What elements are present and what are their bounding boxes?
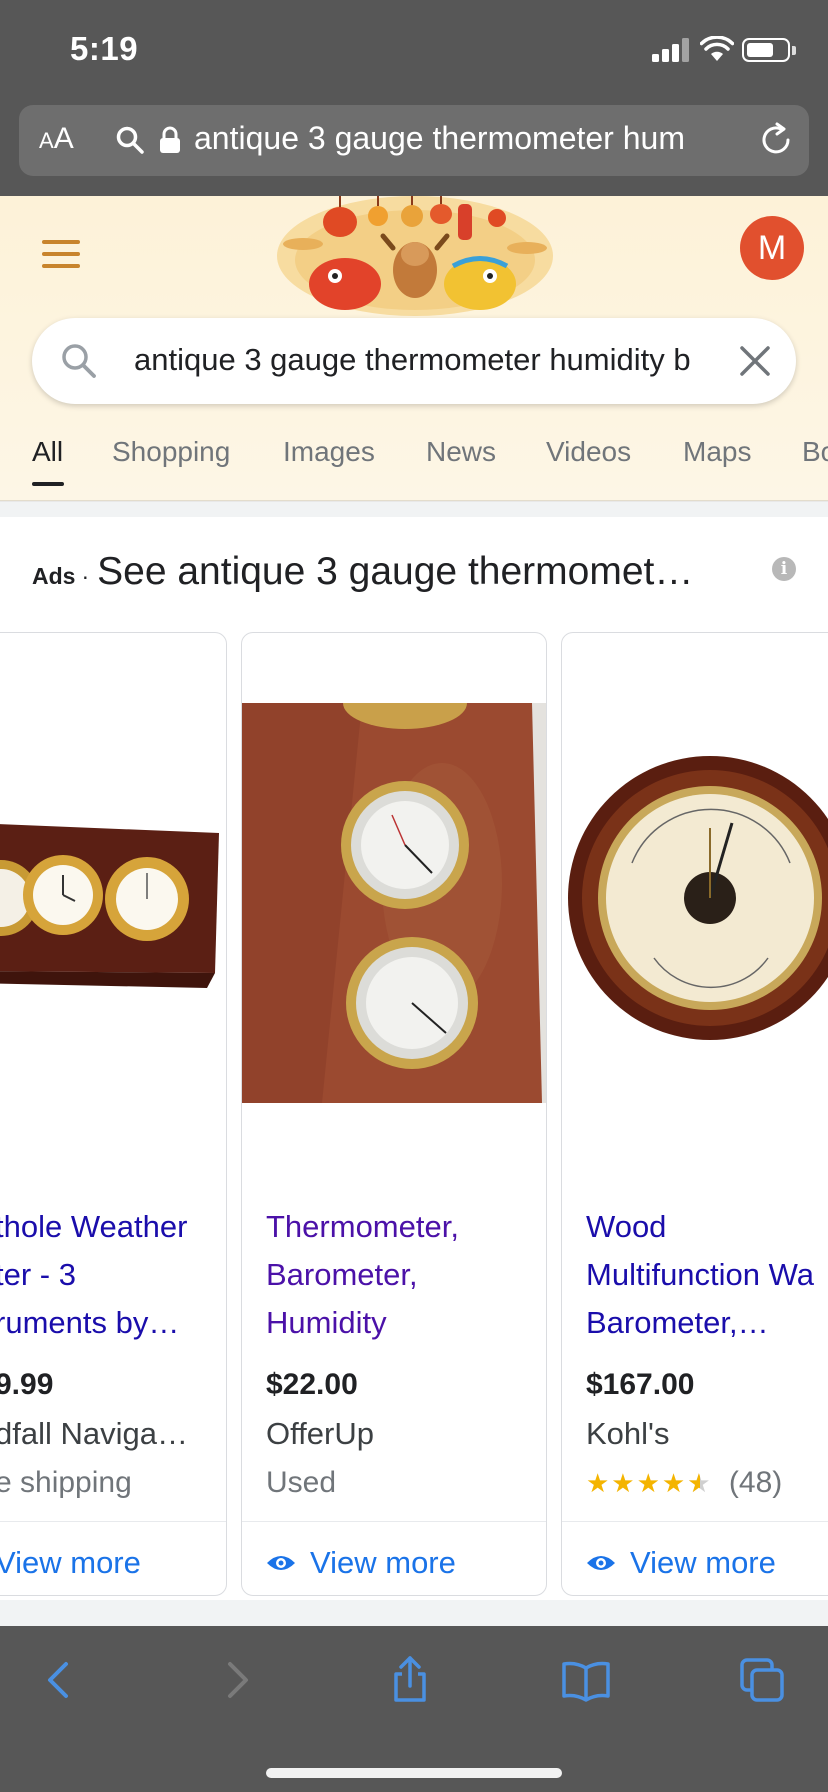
view-more-link[interactable]: View more — [586, 1545, 776, 1581]
product-title[interactable]: thole Weather ter - 3 ruments by… — [0, 1203, 226, 1347]
product-image-wood-barometer[interactable] — [562, 703, 828, 1103]
section-divider — [0, 501, 828, 517]
tabs-icon[interactable] — [738, 1656, 786, 1704]
product-seller: OfferUp — [266, 1416, 374, 1451]
battery-tip — [792, 46, 796, 55]
product-card-kohls[interactable]: Wood Multifunction Wa Barometer,… $167.0… — [561, 632, 828, 1596]
forward-icon[interactable] — [212, 1656, 260, 1704]
section-divider — [0, 1600, 828, 1626]
reload-icon[interactable] — [757, 121, 795, 159]
text-size-button[interactable]: AA — [39, 122, 74, 156]
product-image-thermometer-barometer[interactable] — [242, 703, 547, 1103]
search-query-input[interactable]: antique 3 gauge thermometer humidity b — [134, 342, 750, 378]
status-time: 5:19 — [70, 30, 139, 67]
share-icon[interactable] — [386, 1656, 434, 1704]
hamburger-menu-icon[interactable] — [42, 240, 80, 268]
view-more-link[interactable]: View more — [266, 1545, 456, 1581]
product-card-porthole[interactable]: thole Weather ter - 3 ruments by… 9.99 d… — [0, 632, 227, 1596]
tab-news[interactable]: News — [426, 436, 496, 468]
ads-title[interactable]: See antique 3 gauge thermomet… — [97, 550, 693, 593]
tab-videos[interactable]: Videos — [546, 436, 631, 468]
card-divider — [562, 1521, 828, 1522]
product-seller: Kohl's — [586, 1416, 670, 1451]
tab-maps[interactable]: Maps — [683, 436, 751, 468]
product-title[interactable]: Wood Multifunction Wa Barometer,… — [586, 1203, 828, 1347]
ads-header: Ads · See antique 3 gauge thermomet… — [32, 550, 792, 594]
google-header: M antique 3 gauge thermometer humidity b… — [0, 196, 828, 501]
view-more-link[interactable]: View more — [0, 1545, 141, 1581]
google-search-box[interactable]: antique 3 gauge thermometer humidity b — [32, 318, 796, 404]
search-tabs: All Shopping Images News Videos Maps Bo — [0, 436, 828, 501]
condition-note: Used — [266, 1466, 337, 1499]
tab-images[interactable]: Images — [283, 436, 375, 468]
view-more-label: View more — [630, 1545, 776, 1580]
product-seller: dfall Naviga… — [0, 1416, 188, 1451]
product-image-porthole[interactable] — [0, 703, 227, 1103]
product-title[interactable]: Thermometer, Barometer, Humidity — [266, 1203, 546, 1347]
card-divider — [242, 1521, 546, 1522]
view-more-label: View more — [0, 1545, 141, 1580]
search-icon — [116, 126, 144, 154]
lock-icon — [160, 126, 180, 153]
account-avatar[interactable]: M — [740, 216, 804, 280]
product-card-offerup[interactable]: Thermometer, Barometer, Humidity $22.00 … — [241, 632, 547, 1596]
safari-top-bar: 5:19 AA antique 3 gauge thermometer hum — [0, 0, 828, 196]
eye-icon — [587, 1555, 615, 1570]
search-icon[interactable] — [60, 342, 98, 380]
clear-search-icon[interactable] — [738, 344, 772, 378]
review-count: (48) — [728, 1466, 783, 1499]
card-divider — [0, 1521, 226, 1522]
eye-icon — [267, 1555, 295, 1570]
home-indicator[interactable] — [266, 1768, 562, 1778]
google-doodle-logo[interactable] — [275, 196, 555, 316]
url-text[interactable]: antique 3 gauge thermometer hum — [194, 120, 744, 157]
tab-all[interactable]: All — [32, 436, 63, 468]
back-icon[interactable] — [36, 1656, 84, 1704]
product-price: $167.00 — [586, 1368, 695, 1401]
rating-stars: ★★★★★★ — [586, 1468, 713, 1498]
product-rating: ★★★★★★ (48) — [586, 1466, 782, 1500]
ads-label: Ads — [32, 563, 76, 589]
battery-icon — [742, 38, 790, 62]
safari-bottom-toolbar — [0, 1626, 828, 1792]
tab-shopping[interactable]: Shopping — [112, 436, 230, 468]
product-price: 9.99 — [0, 1368, 54, 1401]
ads-separator: · — [81, 563, 90, 589]
bookmarks-icon[interactable] — [562, 1656, 610, 1704]
tab-books[interactable]: Bo — [802, 436, 828, 468]
cellular-signal-icon — [652, 38, 692, 62]
active-tab-indicator — [32, 482, 64, 486]
shipping-note: e shipping — [0, 1466, 132, 1499]
safari-address-bar[interactable]: AA antique 3 gauge thermometer hum — [19, 105, 809, 176]
ad-info-icon[interactable]: i — [772, 557, 796, 581]
view-more-label: View more — [310, 1545, 456, 1580]
wifi-icon — [700, 36, 734, 61]
product-price: $22.00 — [266, 1368, 358, 1401]
